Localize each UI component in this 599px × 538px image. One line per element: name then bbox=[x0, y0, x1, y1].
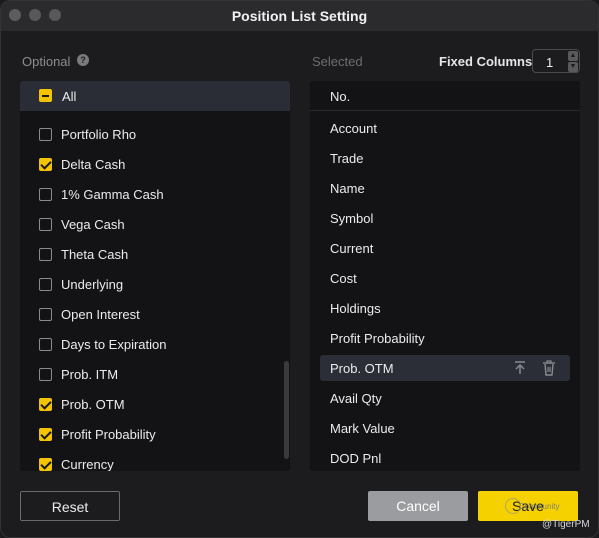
optional-item-checkbox[interactable] bbox=[39, 248, 52, 261]
optional-item-checkbox[interactable] bbox=[39, 128, 52, 141]
optional-item-label: Vega Cash bbox=[61, 217, 125, 232]
optional-item-label: Prob. ITM bbox=[61, 367, 119, 382]
trash-icon[interactable] bbox=[542, 360, 556, 376]
watermark-text: Community bbox=[519, 502, 560, 511]
optional-item[interactable]: Underlying bbox=[20, 269, 290, 299]
optional-item-label: Days to Expiration bbox=[61, 337, 167, 352]
optional-item[interactable]: Open Interest bbox=[20, 299, 290, 329]
optional-item[interactable]: 1% Gamma Cash bbox=[20, 179, 290, 209]
selected-item[interactable]: Name bbox=[320, 175, 570, 201]
optional-item-checkbox[interactable] bbox=[39, 218, 52, 231]
move-to-top-icon[interactable] bbox=[513, 360, 527, 376]
selected-item-label: Symbol bbox=[330, 211, 374, 226]
selected-item[interactable]: DOD Pnl bbox=[320, 445, 570, 471]
optional-item-checkbox[interactable] bbox=[39, 428, 52, 441]
fixed-columns-stepper[interactable]: 1 ▲ ▼ bbox=[532, 49, 580, 73]
selected-item[interactable]: Profit Probability bbox=[320, 325, 570, 351]
optional-item-label: Currency bbox=[61, 457, 114, 471]
optional-item[interactable]: Prob. OTM bbox=[20, 389, 290, 419]
select-all-checkbox[interactable] bbox=[39, 89, 52, 102]
help-icon[interactable]: ? bbox=[77, 54, 89, 66]
selected-list: No. Account Trade Name Symbol Current Cost Hol… bbox=[310, 81, 580, 471]
selected-list-header: No. bbox=[310, 81, 580, 111]
reset-button[interactable]: Reset bbox=[20, 491, 120, 521]
optional-item-label: 1% Gamma Cash bbox=[61, 187, 164, 202]
optional-item-label: Theta Cash bbox=[61, 247, 129, 262]
optional-label: Optional bbox=[22, 54, 71, 69]
optional-item-label: Delta Cash bbox=[61, 157, 126, 172]
selected-item-label: Holdings bbox=[330, 301, 381, 316]
optional-item[interactable]: Prob. ITM bbox=[20, 359, 290, 389]
watermark-handle: @TigerPM bbox=[542, 519, 590, 530]
window-title: Position List Setting bbox=[231, 8, 368, 24]
optional-item-label: Open Interest bbox=[61, 307, 140, 322]
optional-item[interactable]: Delta Cash bbox=[20, 149, 290, 179]
fixed-columns-value: 1 bbox=[546, 55, 554, 70]
increment-icon[interactable]: ▲ bbox=[568, 51, 578, 61]
optional-item[interactable]: Portfolio Rho bbox=[20, 119, 290, 149]
selected-item-label: Current bbox=[330, 241, 374, 256]
select-all-label: All bbox=[62, 89, 77, 104]
selected-label: Selected bbox=[312, 54, 363, 69]
optional-list: All Portfolio Rho Delta Cash 1% Gamma Cash… bbox=[20, 81, 290, 471]
selected-item[interactable]: Holdings bbox=[320, 295, 570, 321]
selected-item[interactable]: Cost bbox=[320, 265, 570, 291]
selected-item-label: Mark Value bbox=[330, 421, 395, 436]
optional-item-label: Underlying bbox=[61, 277, 124, 292]
select-all-row[interactable]: All bbox=[20, 81, 290, 111]
optional-item-checkbox[interactable] bbox=[39, 338, 52, 351]
selected-item-label: Trade bbox=[330, 151, 364, 166]
optional-item[interactable]: Days to Expiration bbox=[20, 329, 290, 359]
selected-header-label: No. bbox=[330, 89, 351, 104]
optional-item-checkbox[interactable] bbox=[39, 368, 52, 381]
optional-item-checkbox[interactable] bbox=[39, 398, 52, 411]
optional-item[interactable]: Currency bbox=[20, 449, 290, 471]
selected-item[interactable]: Prob. OTM bbox=[320, 355, 570, 381]
optional-item-label: Profit Probability bbox=[61, 427, 156, 442]
selected-item[interactable]: Trade bbox=[320, 145, 570, 171]
cancel-button[interactable]: Cancel bbox=[368, 491, 468, 521]
optional-item[interactable]: Theta Cash bbox=[20, 239, 290, 269]
selected-item-label: Account bbox=[330, 121, 377, 136]
optional-item-checkbox[interactable] bbox=[39, 308, 52, 321]
selected-item[interactable]: Current bbox=[320, 235, 570, 261]
optional-item-checkbox[interactable] bbox=[39, 458, 52, 471]
selected-item[interactable]: Avail Qty bbox=[320, 385, 570, 411]
settings-window: Position List Setting Optional ? Selecte… bbox=[0, 0, 599, 538]
titlebar: Position List Setting bbox=[1, 1, 598, 31]
selected-item-label: Cost bbox=[330, 271, 357, 286]
selected-item[interactable]: Mark Value bbox=[320, 415, 570, 441]
optional-item[interactable]: Vega Cash bbox=[20, 209, 290, 239]
optional-item-checkbox[interactable] bbox=[39, 188, 52, 201]
optional-item[interactable]: Profit Probability bbox=[20, 419, 290, 449]
selected-item-label: Name bbox=[330, 181, 365, 196]
optional-list-scrollbar[interactable] bbox=[284, 361, 289, 459]
selected-item-label: DOD Pnl bbox=[330, 451, 382, 466]
selected-item-label: Profit Probability bbox=[330, 331, 425, 346]
selected-item-label: Prob. OTM bbox=[330, 361, 394, 376]
selected-item[interactable]: Symbol bbox=[320, 205, 570, 231]
fixed-columns-label: Fixed Columns bbox=[439, 54, 533, 69]
selected-item[interactable]: Account bbox=[320, 115, 570, 141]
optional-item-checkbox[interactable] bbox=[39, 158, 52, 171]
decrement-icon[interactable]: ▼ bbox=[568, 62, 578, 72]
optional-item-label: Portfolio Rho bbox=[61, 127, 137, 142]
optional-item-checkbox[interactable] bbox=[39, 278, 52, 291]
optional-item-label: Prob. OTM bbox=[61, 397, 125, 412]
selected-item-label: Avail Qty bbox=[330, 391, 382, 406]
